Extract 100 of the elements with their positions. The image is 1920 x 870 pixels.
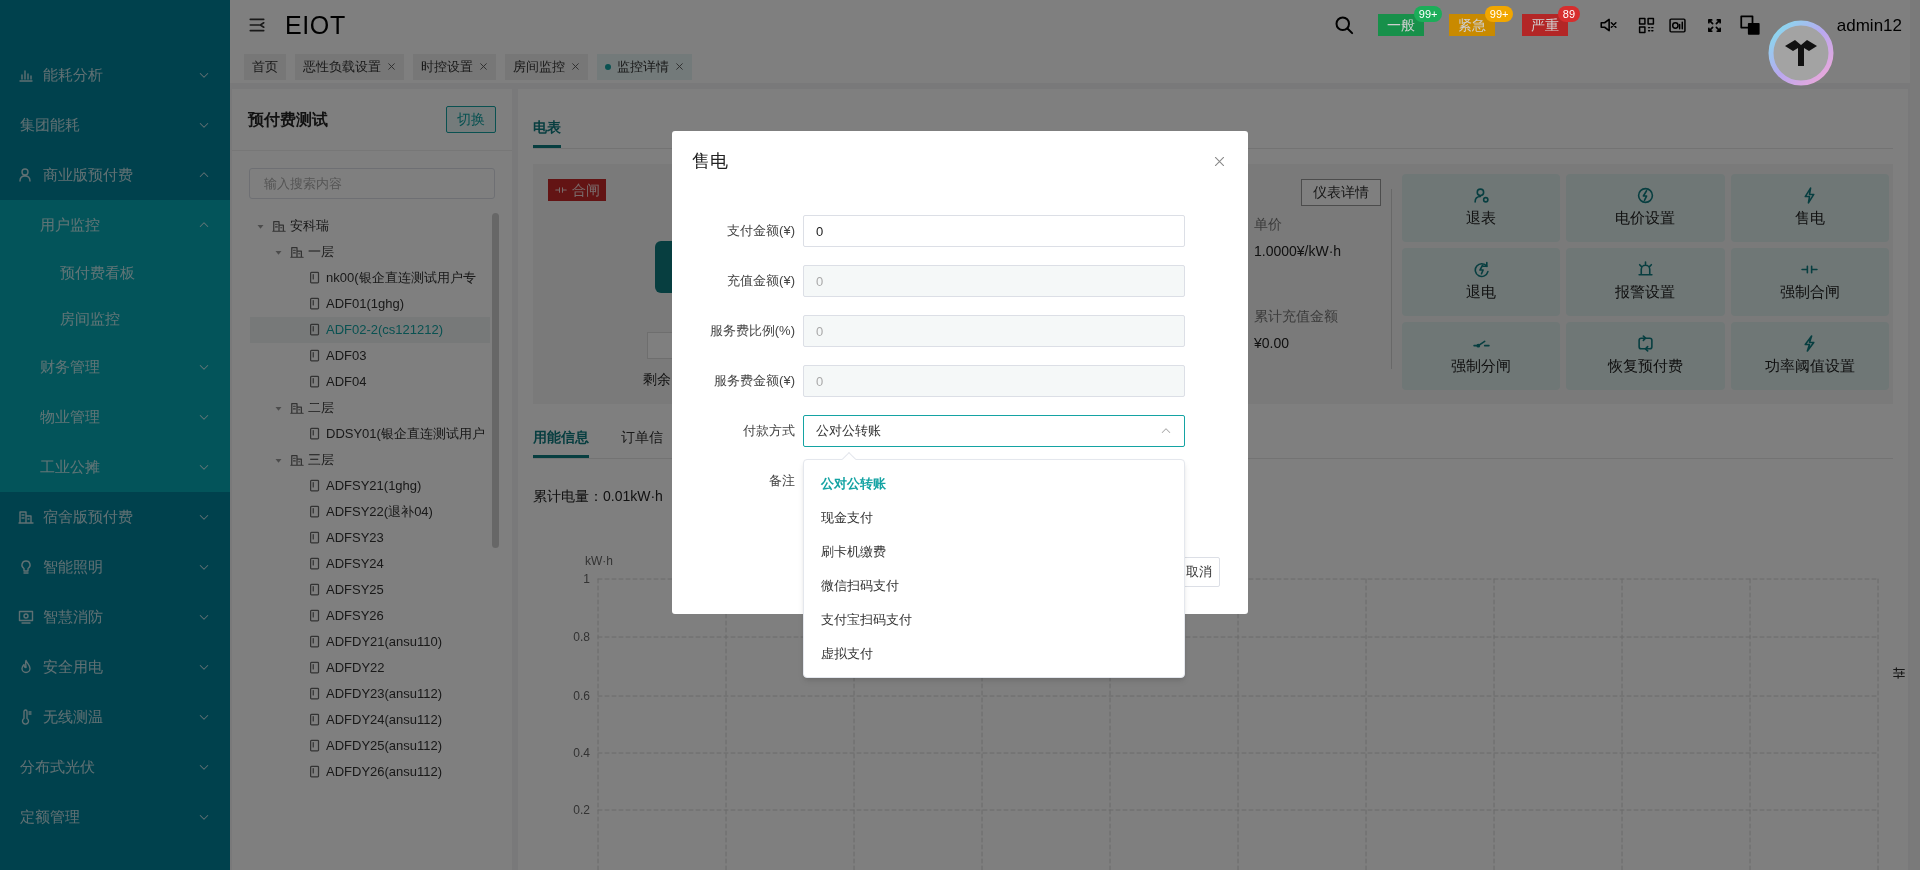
tree-item[interactable]: 二层 (250, 395, 490, 421)
count-badge: 99+ (1484, 6, 1514, 23)
translate-icon[interactable] (1739, 15, 1760, 36)
tree-item[interactable]: nk00(银企直连测试用户专 (250, 265, 490, 291)
tree-item[interactable]: ADFDY25(ansu112) (250, 733, 490, 759)
tree-item[interactable]: ADF04 (250, 369, 490, 395)
bolt-circle-icon (1637, 186, 1654, 204)
tree-item[interactable]: ADF01(1ghg) (250, 291, 490, 317)
cycle-icon (1637, 334, 1654, 352)
tab[interactable]: 电表 (533, 110, 561, 148)
action-button[interactable]: 售电 (1730, 174, 1889, 242)
balance-label: 剩余 (643, 370, 671, 389)
sidebar-item[interactable]: 集团能耗 (0, 100, 230, 150)
total-energy: 累计电量：0.01kW·h (533, 487, 664, 506)
axis-label: 0.4 (572, 746, 590, 760)
meter-icon (308, 375, 322, 389)
tree-item[interactable]: ADFSY25 (250, 577, 490, 603)
meter-icon (308, 661, 322, 675)
tree-item[interactable]: 安科瑞 (250, 213, 490, 239)
tree-item[interactable]: ADF03 (250, 343, 490, 369)
action-button[interactable]: 报警设置 (1566, 248, 1725, 316)
tree-item[interactable]: ADFSY22(退补04) (250, 499, 490, 525)
tree-item[interactable]: DDSY01(银企直连测试用户 (250, 421, 490, 447)
tree-item[interactable]: ADFDY21(ansu110) (250, 629, 490, 655)
axis-label: 1 (582, 572, 590, 586)
meter-icon (308, 765, 322, 779)
action-button[interactable]: 强制分闸 (1402, 322, 1561, 390)
close-icon[interactable] (675, 62, 684, 72)
sidebar-item[interactable]: 能耗分析 (0, 50, 230, 100)
panel-title: 预付费测试 (248, 109, 328, 130)
bolt-refresh-icon (1472, 260, 1490, 278)
action-button[interactable]: 强制合闸 (1730, 248, 1889, 316)
sidebar-item[interactable]: 无线测温 (0, 692, 230, 742)
sidebar-item[interactable]: 安全用电 (0, 642, 230, 692)
tab[interactable]: 用能信息 (533, 420, 589, 458)
tree-item[interactable]: ADFDY26(ansu112) (250, 759, 490, 785)
sidebar-item[interactable]: 智能照明 (0, 542, 230, 592)
meter-icon (308, 739, 322, 753)
dashboard-icon[interactable] (1667, 16, 1687, 34)
tab[interactable]: 时控设置 (413, 53, 496, 80)
dropdown-option[interactable]: 支付宝扫码支付 (804, 603, 1184, 637)
action-button[interactable]: 功率阈值设置 (1730, 322, 1889, 390)
alarm-light-icon (1637, 260, 1654, 278)
axis-label: 0.2 (572, 803, 590, 817)
tab[interactable]: 订单信 (621, 420, 663, 458)
action-button[interactable]: 恢复预付费 (1566, 322, 1725, 390)
meter-icon (308, 323, 322, 337)
input-field[interactable]: 0 (803, 215, 1185, 247)
tab[interactable]: 恶性负载设置 (295, 53, 404, 80)
meter-icon (308, 687, 322, 701)
tree-item[interactable]: ADFSY21(1ghg) (250, 473, 490, 499)
field-label: 备注 (768, 472, 796, 491)
switch-button[interactable]: 切换 (446, 106, 496, 133)
field-label: 支付金额(¥) (726, 222, 796, 241)
tree-item[interactable]: ADFDY23(ansu112) (250, 681, 490, 707)
tree-item[interactable]: ADFSY23 (250, 525, 490, 551)
search-icon[interactable] (1333, 15, 1354, 36)
sidebar-item[interactable]: 定额管理 (0, 792, 230, 842)
payment-select[interactable]: 公对公转账 (803, 415, 1185, 447)
tree-item[interactable]: ADFDY24(ansu112) (250, 707, 490, 733)
bulb-icon (18, 559, 34, 575)
user-name[interactable]: admin12 (1836, 12, 1902, 38)
meter-icon (308, 349, 322, 363)
meter-icon (308, 479, 322, 493)
sidebar-item[interactable]: 商业版预付费 (0, 150, 230, 200)
sidebar-item[interactable]: 宿舍版预付费 (0, 492, 230, 542)
axis-label: 0.8 (572, 630, 590, 644)
building-icon (18, 509, 34, 525)
building-icon (290, 401, 304, 415)
close-icon[interactable] (387, 62, 396, 72)
scrollbar[interactable] (492, 213, 499, 548)
unit-price-label: 单价 (1253, 215, 1283, 234)
tab[interactable]: 监控详情 (597, 53, 692, 80)
sliders-icon[interactable] (1892, 666, 1906, 680)
status-text: 合闸 (572, 180, 600, 200)
dropdown-option[interactable]: 现金支付 (804, 501, 1184, 535)
sidebar-item[interactable]: 分布式光伏 (0, 742, 230, 792)
close-icon[interactable] (1213, 154, 1226, 168)
axis-label: 0.6 (572, 689, 590, 703)
tree-item[interactable]: ADFDY22 (250, 655, 490, 681)
tree-item[interactable]: 三层 (250, 447, 490, 473)
action-button[interactable]: 电价设置 (1566, 174, 1725, 242)
close-icon[interactable] (571, 62, 580, 72)
unit-price: 1.0000¥/kW·h (1253, 242, 1343, 261)
tree-item[interactable]: ADFSY26 (250, 603, 490, 629)
action-button[interactable]: 退电 (1402, 248, 1561, 316)
tab[interactable]: 房间监控 (505, 53, 588, 80)
dropdown-option[interactable]: 虚拟支付 (804, 637, 1184, 671)
sidebar-item[interactable]: 智慧消防 (0, 592, 230, 642)
meter-icon (308, 713, 322, 727)
fullscreen-icon[interactable] (1706, 17, 1722, 33)
tab[interactable]: 首页 (244, 53, 286, 80)
dropdown-option[interactable]: 公对公转账 (804, 467, 1184, 501)
screen-icon (18, 609, 34, 625)
meter-detail-button[interactable]: 仪表详情 (1301, 179, 1381, 206)
tree-item[interactable]: ADFSY24 (250, 551, 490, 577)
action-button[interactable]: 退表 (1402, 174, 1561, 242)
close-icon[interactable] (479, 62, 488, 72)
qr-code-icon[interactable] (1637, 16, 1655, 34)
meter-icon (308, 505, 322, 519)
